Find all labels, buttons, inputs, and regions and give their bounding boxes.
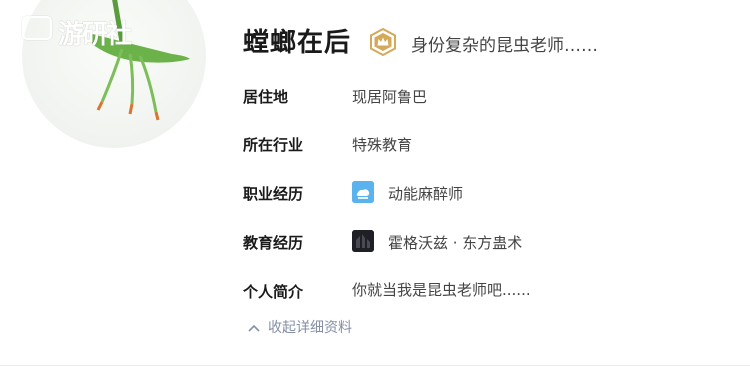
location-value: 现居阿鲁巴 (352, 88, 428, 106)
career-label: 职业经历 (243, 185, 304, 203)
watermark: 游研社 (22, 12, 132, 52)
company-logo-icon[interactable] (352, 181, 374, 203)
profile-headline: 身份复杂的昆虫老师…… (411, 36, 598, 56)
crown-badge-icon[interactable] (368, 27, 398, 57)
gamepad-icon (22, 16, 52, 40)
divider (0, 365, 750, 366)
watermark-text: 游研社 (58, 20, 132, 50)
profile-name: 螳螂在后 (243, 28, 352, 58)
education-label: 教育经历 (243, 234, 304, 252)
location-label: 居住地 (243, 88, 289, 106)
school-logo-icon[interactable] (352, 230, 374, 252)
industry-label: 所在行业 (243, 136, 304, 154)
chevron-up-icon (248, 320, 268, 336)
education-value[interactable]: 霍格沃兹 · 东方蛊术 (388, 232, 522, 253)
career-value[interactable]: 动能麻醉师 (388, 183, 463, 204)
collapse-details-button[interactable]: 收起详细资料 (248, 317, 352, 337)
bio-value: 你就当我是昆虫老师吧...... (352, 281, 531, 299)
collapse-details-label: 收起详细资料 (268, 320, 352, 336)
bio-label: 个人简介 (243, 283, 304, 301)
industry-value[interactable]: 特殊教育 (352, 134, 412, 155)
